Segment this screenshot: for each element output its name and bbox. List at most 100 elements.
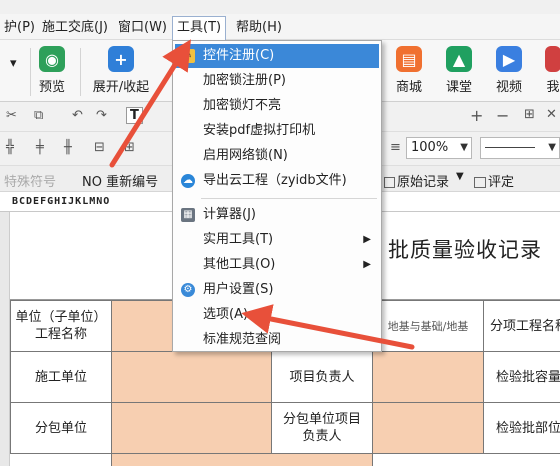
gear-icon: ⚙ [181,283,195,297]
inspection-part-label: 检验批部位 [483,402,560,454]
row-header-strip [0,212,10,466]
menu-maintenance[interactable]: 护(P) [0,18,39,38]
original-record-button[interactable]: 原始记录 [384,171,449,190]
subcontractor-value[interactable] [111,402,272,454]
special-symbol-button[interactable]: 特殊符号 [4,171,56,190]
menu-item-network-lock[interactable]: 启用网络锁(N) [175,144,379,168]
menu-item-export-cloud[interactable]: ☁ 导出云工程（zyidb文件) [175,169,379,193]
shop-label: 商城 [395,80,422,95]
menu-item-dongle-light-off[interactable]: 加密锁灯不亮 [175,94,379,118]
menu-help[interactable]: 帮助(H) [232,18,286,38]
cell-borders-icon[interactable]: ╫ [64,140,72,155]
chevron-down-icon: ▼ [548,142,556,153]
evaluate-label: 评定 [488,175,515,190]
calculator-icon: ▦ [181,208,195,222]
next-row-value[interactable] [111,453,373,466]
sub-project-manager-value[interactable] [372,402,484,454]
ribbon-separator [80,48,81,96]
zoom-select[interactable]: 100% ▼ [406,137,472,159]
cell-split-icon[interactable]: ╪ [36,140,44,155]
undo-icon[interactable]: ↶ [72,108,83,123]
original-record-label: 原始记录 [397,175,450,190]
menu-item-register-control[interactable]: ✎ 控件注册(C) [175,44,379,68]
video-button[interactable]: ▶ 视频 [494,46,524,95]
menu-item-utilities[interactable]: 实用工具(T) ▶ [175,228,379,252]
sub-project-name-label: 分项工程名称 [483,300,560,352]
evaluate-icon [474,177,486,188]
inspection-capacity-label: 检验批容量 [483,351,560,403]
menu-item-label: 选项(A) [203,307,249,322]
table-layout-icon[interactable]: ⊞ [124,140,135,155]
menu-item-label: 用户设置(S) [203,282,274,297]
menu-item-dongle-register[interactable]: 加密锁注册(P) [175,69,379,93]
menu-item-user-settings[interactable]: ⚙ 用户设置(S) [175,278,379,302]
sub-project-value[interactable]: 地基与基础/地基 [372,300,484,352]
unit-name-label: 单位（子单位）工程名称 [10,300,112,352]
menu-item-label: 加密锁注册(P) [203,73,286,88]
expand-collapse-button[interactable]: + 展开/收起 [88,46,154,95]
construction-unit-label: 施工单位 [10,351,112,403]
menu-item-label: 其他工具(O) [203,257,276,272]
register-control-icon: ✎ [181,49,195,63]
menu-item-other-tools[interactable]: 其他工具(O) ▶ [175,253,379,277]
user-icon [545,46,560,72]
expand-plus-icon: + [108,46,134,72]
menu-item-options[interactable]: 选项(A) [175,303,379,327]
tools-menu: ✎ 控件注册(C) 加密锁注册(P) 加密锁灯不亮 安装pdf虚拟打印机 启用网… [172,40,382,352]
construction-unit-value[interactable] [111,351,272,403]
classroom-button[interactable]: ▲ 课堂 [444,46,474,95]
chevron-down-icon[interactable]: ▼ [456,171,464,182]
menu-item-standards-lookup[interactable]: 标准规范查阅 [175,328,379,352]
classroom-label: 课堂 [445,80,472,95]
menu-construction-briefing[interactable]: 施工交底(J) [38,18,112,38]
cell-merge-icon[interactable]: ╬ [6,140,14,155]
cut-icon[interactable]: ✂ [6,108,17,123]
grid-icon[interactable]: ⊞ [524,107,535,122]
menu-item-calculator[interactable]: ▦ 计算器(J) [175,203,379,227]
user-button[interactable]: 我 [545,46,560,95]
delete-icon[interactable]: ✕ [546,107,557,122]
menu-tools[interactable]: 工具(T) [172,16,227,40]
menu-item-label: 导出云工程（zyidb文件) [203,173,347,188]
shop-icon: ▤ [396,46,422,72]
submenu-arrow-icon: ▶ [363,234,371,245]
line-style-select[interactable]: ▼ [480,137,560,159]
project-manager-value[interactable] [372,351,484,403]
add-row-icon[interactable]: + [470,106,483,125]
menu-separator [201,198,377,199]
subcontractor-label: 分包单位 [10,402,112,454]
remove-row-icon[interactable]: − [496,106,509,125]
zoom-value: 100% [411,140,449,155]
record-icon [384,177,395,188]
expand-collapse-label: 展开/收起 [92,80,150,95]
menu-item-label: 控件注册(C) [203,48,275,63]
menu-item-label: 实用工具(T) [203,232,274,247]
redo-icon[interactable]: ↷ [96,108,107,123]
ribbon-separator [30,48,31,96]
renumber-button[interactable]: NO 重新编号 [82,171,158,190]
sub-project-manager-label: 分包单位项目负责人 [271,402,373,454]
line-style-preview [485,147,535,148]
preview-label: 预览 [38,80,65,95]
shop-button[interactable]: ▤ 商城 [394,46,424,95]
video-icon: ▶ [496,46,522,72]
menu-item-label: 计算器(J) [203,207,256,222]
menu-window[interactable]: 窗口(W) [114,18,171,38]
classroom-icon: ▲ [446,46,472,72]
text-format-icon[interactable]: T [126,107,143,124]
copy-icon[interactable]: ⧉ [34,108,43,123]
menu-item-label: 标准规范查阅 [203,332,282,347]
menu-item-label: 启用网络锁(N) [203,148,288,163]
cloud-export-icon: ☁ [181,174,195,188]
document-title: 批质量验收记录 [388,238,542,262]
align-icon[interactable]: ≡ [390,140,401,155]
submenu-arrow-icon: ▶ [363,259,371,270]
table-insert-icon[interactable]: ⊟ [94,140,105,155]
evaluate-button[interactable]: 评定 [474,171,514,190]
menu-item-label: 安装pdf虚拟打印机 [203,123,316,138]
preview-button[interactable]: ◉ 预览 [36,46,68,95]
menu-item-install-pdf-printer[interactable]: 安装pdf虚拟打印机 [175,119,379,143]
ribbon-dropdown-arrow[interactable]: ▾ [10,56,17,71]
preview-icon: ◉ [39,46,65,72]
menu-bar: 护(P) 施工交底(J) 窗口(W) 工具(T) 帮助(H) [0,14,560,40]
